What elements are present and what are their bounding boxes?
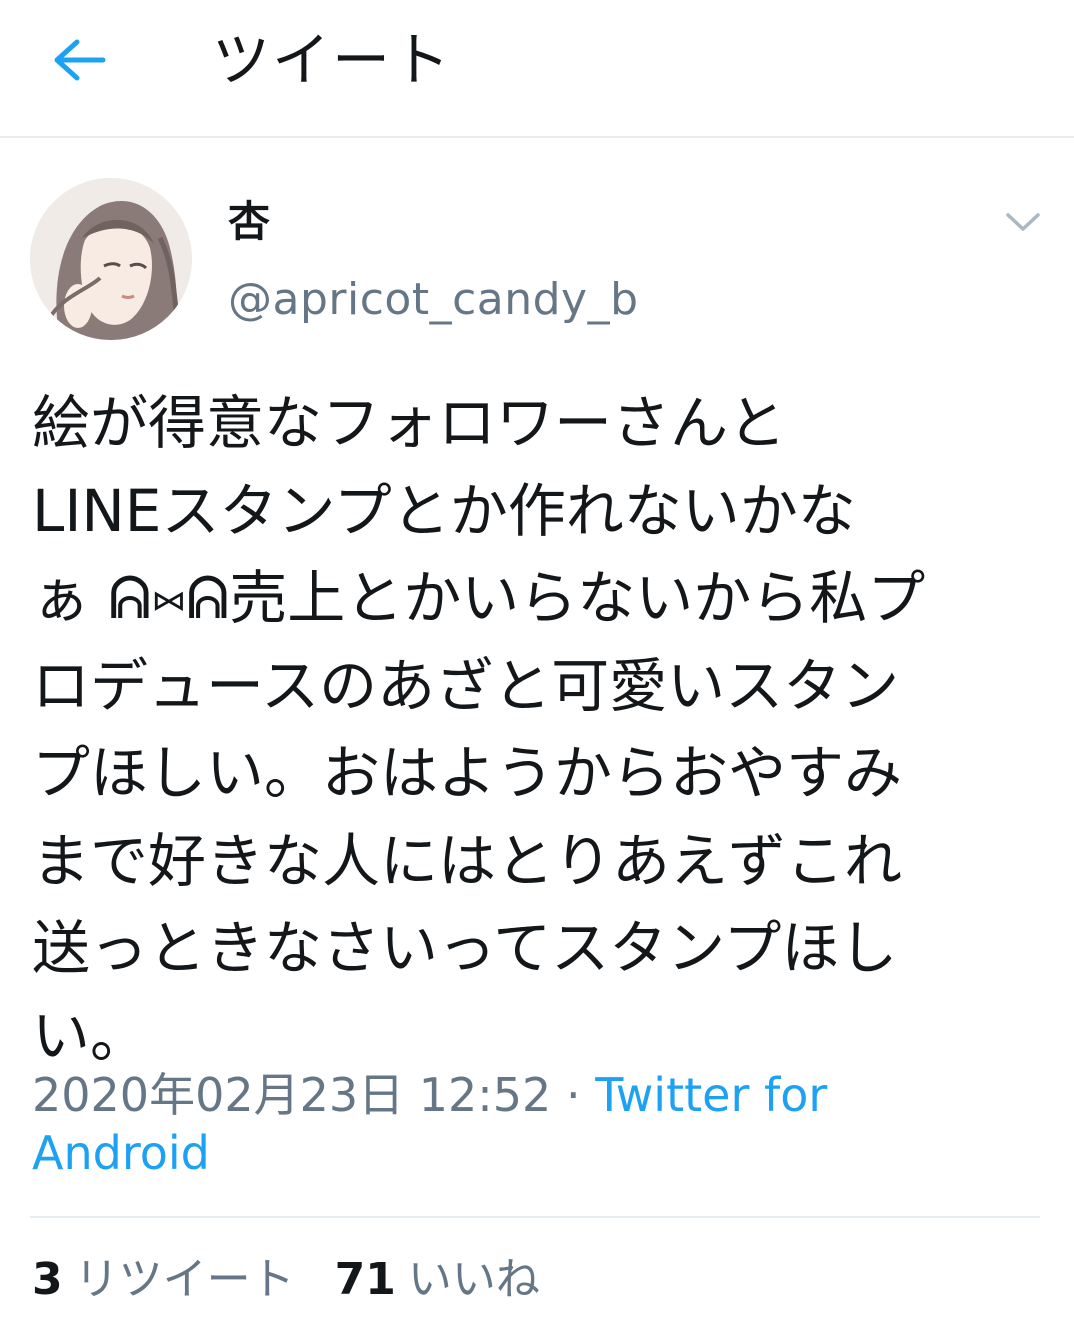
top-app-bar: ツイート — [0, 0, 1074, 138]
tweet-text: 絵が得意なフォロワーさんと LINEスタンプとか作れないかな ぁ ᕱ⑅ᕱ売上とか… — [32, 380, 1042, 1080]
tweet-metadata: 2020年02月23日 12:52 · Twitter for Android — [32, 1066, 1042, 1182]
arrow-left-icon — [54, 39, 106, 81]
tweet-text-line: LINEスタンプとか作れないかな — [32, 476, 856, 545]
tweet-menu-button[interactable] — [998, 200, 1048, 244]
likes-stat[interactable]: 71 いいね — [335, 1252, 540, 1308]
tweet-timestamp[interactable]: 2020年02月23日 12:52 — [32, 1068, 551, 1122]
tweet-text-line: まで好きな人にはとりあえずこれ — [32, 826, 903, 895]
tweet-text-line: ロデュースのあざと可愛いスタン — [32, 651, 900, 720]
tweet-source-link-continued[interactable]: Android — [32, 1126, 210, 1180]
retweets-label: リツイート — [74, 1254, 295, 1305]
tweet-text-line: プほしい。おはようからおやすみ — [32, 739, 903, 807]
tweet-text-line: 絵が得意なフォロワーさんと — [32, 389, 787, 457]
meta-separator: · — [551, 1068, 596, 1122]
author-display-name[interactable]: 杏 — [228, 196, 270, 248]
tweet-text-line: ぁ ᕱ⑅ᕱ売上とかいらないから私プ — [32, 564, 926, 632]
tweet-text-line: 送っときなさいってスタンプほし — [32, 914, 898, 982]
likes-label: いいね — [407, 1254, 540, 1305]
likes-count: 71 — [334, 1254, 396, 1305]
retweets-stat[interactable]: 3 リツイート — [32, 1252, 295, 1308]
avatar-illustration — [30, 178, 192, 340]
author-handle[interactable]: @apricot_candy_b — [228, 272, 639, 328]
retweets-count: 3 — [32, 1254, 63, 1305]
back-button[interactable] — [40, 28, 120, 92]
chevron-down-icon — [1006, 213, 1040, 231]
page-title: ツイート — [212, 26, 453, 94]
avatar[interactable] — [30, 178, 192, 340]
divider — [30, 1216, 1040, 1218]
tweet-stats: 3 リツイート 71 いいね — [32, 1252, 580, 1308]
tweet-source-link[interactable]: Twitter for — [595, 1068, 827, 1122]
